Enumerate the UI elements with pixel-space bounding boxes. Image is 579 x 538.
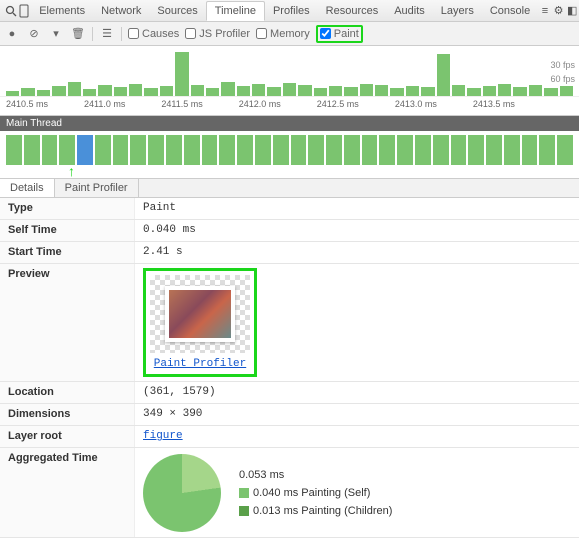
tab-layers[interactable]: Layers: [433, 2, 482, 20]
agg-self: 0.040 ms Painting (Self): [253, 487, 370, 499]
separator: [92, 27, 93, 41]
type-label: Type: [0, 198, 135, 219]
drawer-icon[interactable]: ≡: [538, 3, 552, 19]
dimensions-label: Dimensions: [0, 404, 135, 425]
location-label: Location: [0, 382, 135, 403]
main-thread-header: Main Thread: [0, 116, 579, 131]
tab-details[interactable]: Details: [0, 179, 55, 197]
starttime-label: Start Time: [0, 242, 135, 263]
preview-image: [165, 286, 235, 342]
aggtime-pie: [143, 454, 221, 532]
legend-swatch-self: [239, 488, 249, 498]
location-value: (361, 1579): [135, 382, 579, 403]
tab-resources[interactable]: Resources: [318, 2, 387, 20]
timeline-toolbar: ● ⊘ ▾ 🗑 ☰ Causes JS Profiler Memory Pain…: [0, 22, 579, 46]
gc-icon[interactable]: 🗑: [70, 26, 86, 42]
selection-arrow-icon: ↑: [68, 163, 75, 179]
agg-children: 0.013 ms Painting (Children): [253, 505, 392, 517]
tab-timeline[interactable]: Timeline: [206, 1, 265, 21]
gear-icon[interactable]: ⚙: [552, 3, 566, 19]
layerroot-link[interactable]: figure: [143, 430, 183, 442]
memory-checkbox[interactable]: Memory: [256, 28, 310, 40]
fps-30-label: 30 fps: [550, 60, 575, 70]
record-icon[interactable]: ●: [4, 26, 20, 42]
tab-audits[interactable]: Audits: [386, 2, 433, 20]
tab-sources[interactable]: Sources: [149, 2, 205, 20]
overview-xaxis: 2410.5 ms2411.0 ms2411.5 ms2412.0 ms2412…: [0, 96, 579, 111]
dock-icon[interactable]: ◧: [565, 3, 579, 19]
starttime-value: 2.41 s: [135, 242, 579, 263]
preview-highlight: Paint Profiler: [143, 268, 257, 377]
filter-icon[interactable]: ▾: [48, 26, 64, 42]
view-icon[interactable]: ☰: [99, 26, 115, 42]
search-icon[interactable]: [4, 3, 18, 19]
layerroot-label: Layer root: [0, 426, 135, 447]
overview-chart[interactable]: 30 fps 60 fps 2410.5 ms2411.0 ms2411.5 m…: [0, 46, 579, 116]
main-thread-track[interactable]: ↑: [0, 131, 579, 179]
tab-console[interactable]: Console: [482, 2, 538, 20]
paint-checkbox[interactable]: Paint: [320, 28, 359, 40]
preview-label: Preview: [0, 264, 135, 381]
selftime-label: Self Time: [0, 220, 135, 241]
details-panel: TypePaint Self Time0.040 ms Start Time2.…: [0, 198, 579, 538]
detail-tabs: Details Paint Profiler: [0, 179, 579, 198]
type-value: Paint: [135, 198, 579, 219]
tab-network[interactable]: Network: [93, 2, 149, 20]
tab-profiles[interactable]: Profiles: [265, 2, 318, 20]
paint-checkbox-highlight: Paint: [316, 25, 363, 43]
overview-bars: [0, 46, 579, 96]
aggtime-label: Aggregated Time: [0, 448, 135, 537]
preview-thumbnail: [150, 275, 250, 353]
causes-checkbox[interactable]: Causes: [128, 28, 179, 40]
fps-60-label: 60 fps: [550, 74, 575, 84]
separator: [121, 27, 122, 41]
tab-elements[interactable]: Elements: [31, 2, 93, 20]
paint-profiler-link[interactable]: Paint Profiler: [154, 358, 246, 370]
clear-icon[interactable]: ⊘: [26, 26, 42, 42]
devtools-tabbar: Elements Network Sources Timeline Profil…: [0, 0, 579, 22]
jsprofiler-checkbox[interactable]: JS Profiler: [185, 28, 250, 40]
device-icon[interactable]: [18, 3, 32, 19]
dimensions-value: 349 × 390: [135, 404, 579, 425]
aggtime-legend: 0.053 ms 0.040 ms Painting (Self) 0.013 …: [239, 466, 392, 520]
agg-total: 0.053 ms: [239, 466, 392, 484]
tab-paint-profiler[interactable]: Paint Profiler: [55, 179, 139, 197]
legend-swatch-children: [239, 506, 249, 516]
selftime-value: 0.040 ms: [135, 220, 579, 241]
